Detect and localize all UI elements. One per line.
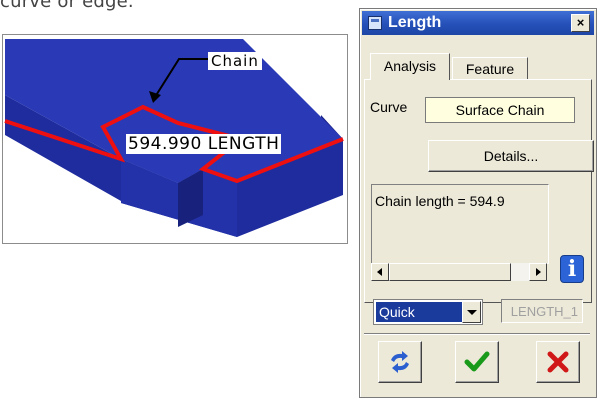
details-button[interactable]: Details... [428, 140, 594, 172]
scroll-left-button[interactable] [371, 263, 389, 281]
length-annotation: 594.990 LENGTH [126, 134, 282, 154]
scroll-right-button[interactable] [529, 263, 547, 281]
horizontal-scrollbar[interactable] [371, 263, 547, 281]
ok-button[interactable] [455, 341, 499, 383]
curve-field[interactable]: Surface Chain [425, 97, 575, 123]
length-dialog: Length × Analysis Feature Curve Surface … [359, 8, 597, 398]
check-icon [464, 351, 490, 372]
repeat-button[interactable] [378, 341, 422, 383]
result-output[interactable]: Chain length = 594.9 [371, 184, 549, 264]
dialog-title: Length [388, 14, 442, 31]
caption-text: curve or edge. [0, 0, 134, 12]
curve-label: Curve [370, 99, 408, 115]
close-button[interactable]: × [571, 14, 590, 32]
cancel-button[interactable] [536, 341, 580, 383]
scroll-thumb[interactable] [389, 263, 511, 281]
x-icon [547, 351, 569, 373]
chevron-down-icon[interactable] [462, 301, 481, 323]
window-icon [368, 16, 382, 30]
chain-label: Chain [208, 52, 262, 70]
result-text: Chain length = 594.9 [375, 193, 505, 209]
dialog-titlebar[interactable]: Length × [362, 11, 594, 35]
model-figure: Chain 594.990 LENGTH [2, 34, 348, 244]
repeat-arrows-icon [391, 351, 409, 373]
mode-select-value: Quick [376, 302, 463, 322]
tab-analysis[interactable]: Analysis [370, 53, 450, 80]
mode-select[interactable]: Quick [373, 299, 483, 325]
tab-feature[interactable]: Feature [452, 57, 528, 80]
info-icon[interactable]: i [560, 255, 584, 283]
feature-name-field[interactable]: LENGTH_1 [501, 299, 583, 323]
